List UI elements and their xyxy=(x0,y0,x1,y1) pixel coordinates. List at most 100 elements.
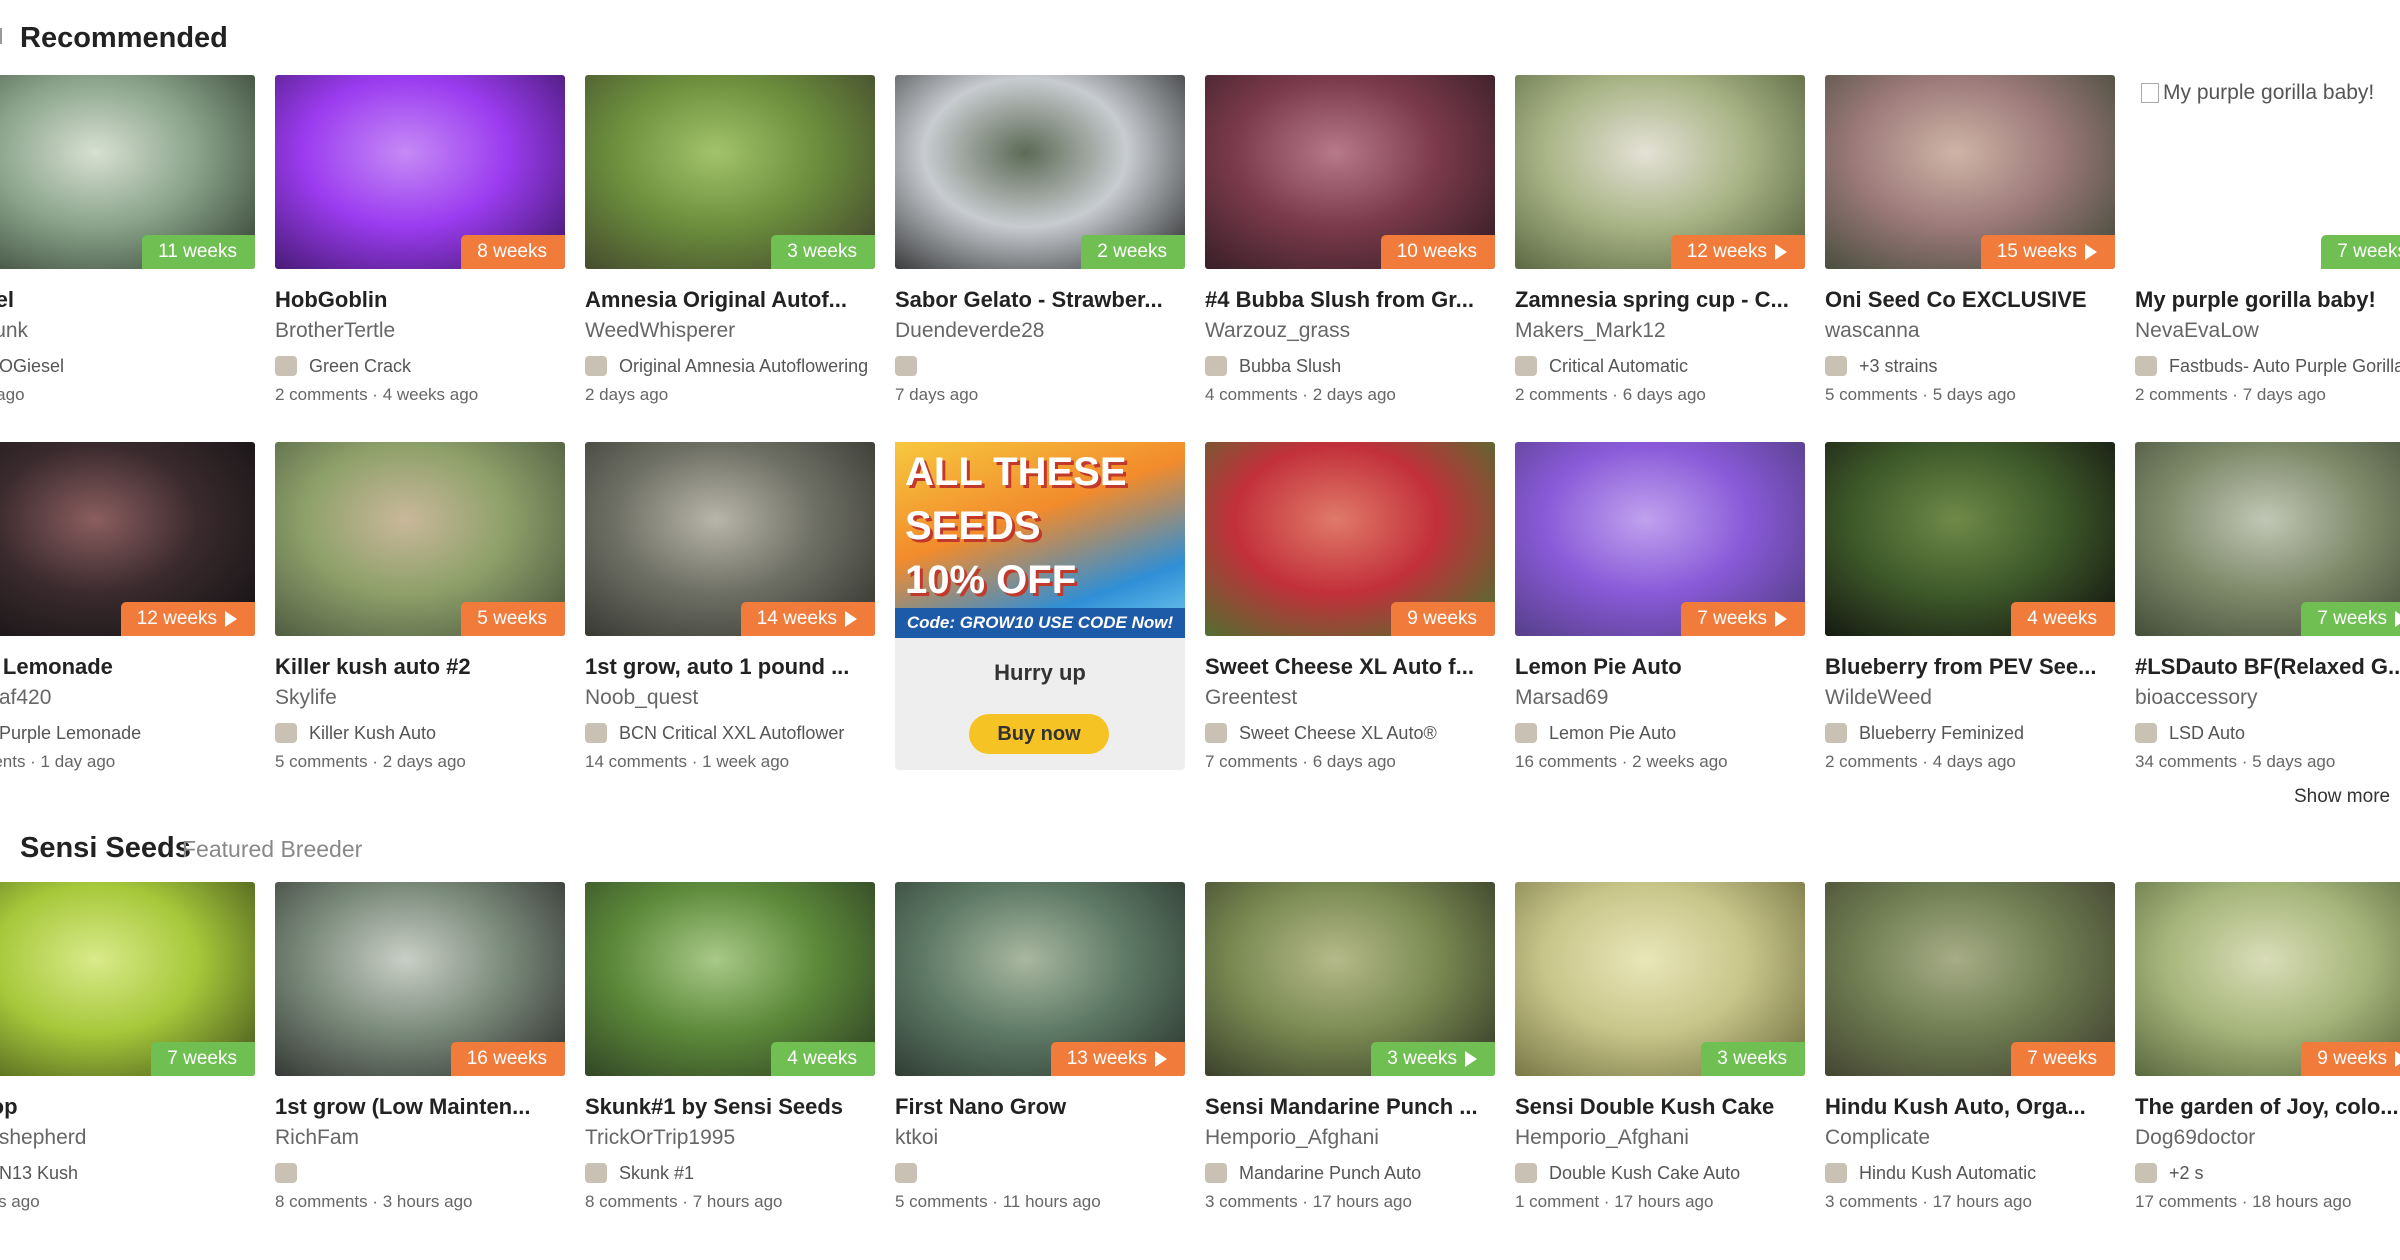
diary-card[interactable]: 14 weeks 1st grow, auto 1 pound ... Noob_q… xyxy=(585,442,875,782)
diary-card[interactable]: 12 weeksple Lemonadeetleaf420Purple Lemo… xyxy=(0,442,255,782)
diary-card[interactable]: 15 weeks Oni Seed Co EXCLUSIVE wascanna +3 … xyxy=(1825,75,2115,415)
author-name[interactable]: bioaccessory xyxy=(2135,686,2258,710)
diary-title[interactable]: HobGoblin xyxy=(275,287,575,313)
strain-name[interactable]: Purple Lemonade xyxy=(0,723,141,744)
diary-title[interactable]: Oni Seed Co EXCLUSIVE xyxy=(1825,287,2125,313)
strain-info[interactable] xyxy=(895,353,1195,379)
show-more-link[interactable]: Show more xyxy=(2294,786,2390,808)
diary-card[interactable]: 7 weeks #LSDauto BF(Relaxed G... bioaccess… xyxy=(2135,442,2400,782)
diary-thumbnail[interactable]: 13 weeks xyxy=(895,882,1185,1076)
strain-name[interactable]: Skunk #1 xyxy=(619,1163,694,1184)
author-name[interactable]: Hemporio_Afghani xyxy=(1515,1126,1689,1150)
author-name[interactable]: TrickOrTrip1995 xyxy=(585,1126,735,1150)
diary-title[interactable]: My purple gorilla baby! xyxy=(2135,287,2400,313)
strain-name[interactable]: Original Amnesia Autoflowering xyxy=(619,356,868,377)
diary-card[interactable]: 10 weeks #4 Bubba Slush from Gr... Warzouz… xyxy=(1205,75,1495,415)
author-name[interactable]: wascanna xyxy=(1825,319,1920,343)
strain-name[interactable]: Hindu Kush Automatic xyxy=(1859,1163,2036,1184)
strain-name[interactable]: +2 s xyxy=(2169,1163,2204,1184)
strain-info[interactable]: Green Crack xyxy=(275,353,575,379)
diary-card[interactable]: 9 weeks The garden of Joy, colo... Dog69do… xyxy=(2135,882,2400,1222)
diary-card[interactable]: 4 weeks Blueberry from PEV See... WildeWee… xyxy=(1825,442,2115,782)
diary-card[interactable]: 7 weeks Lemon Pie Auto Marsad69 Lemon Pie A… xyxy=(1515,442,1805,782)
strain-info[interactable]: LSD Auto xyxy=(2135,720,2400,746)
diary-card[interactable]: 7 weeksypopedyshepherdN13 Kushnutes ago xyxy=(0,882,255,1222)
diary-title[interactable]: #4 Bubba Slush from Gr... xyxy=(1205,287,1505,313)
diary-card[interactable]: 3 weeks Amnesia Original Autof... WeedWhis… xyxy=(585,75,875,415)
diary-title[interactable]: Lemon Pie Auto xyxy=(1515,654,1815,680)
diary-title[interactable]: Killer kush auto #2 xyxy=(275,654,575,680)
diary-card[interactable]: 3 weeks Sensi Double Kush Cake Hemporio_Af… xyxy=(1515,882,1805,1222)
diary-card[interactable]: 2 weeks Sabor Gelato - Strawber... Duendev… xyxy=(895,75,1185,415)
diary-thumbnail[interactable]: 7 weeks xyxy=(2135,442,2400,636)
diary-thumbnail[interactable]: 14 weeks xyxy=(585,442,875,636)
diary-thumbnail[interactable]: 7 weeks xyxy=(1515,442,1805,636)
strain-info[interactable]: +3 strains xyxy=(1825,353,2125,379)
diary-card[interactable]: My purple gorilla baby!7 weeks My purple … xyxy=(2135,75,2400,415)
diary-thumbnail[interactable]: 16 weeks xyxy=(275,882,565,1076)
strain-name[interactable]: Fastbuds- Auto Purple Gorilla xyxy=(2169,356,2400,377)
strain-name[interactable]: Green Crack xyxy=(309,356,411,377)
strain-info[interactable]: Blueberry Feminized xyxy=(1825,720,2125,746)
strain-info[interactable]: Original Amnesia Autoflowering xyxy=(585,353,885,379)
author-name[interactable]: Complicate xyxy=(1825,1126,1930,1150)
strain-info[interactable]: Fastbuds- Auto Purple Gorilla xyxy=(2135,353,2400,379)
strain-info[interactable]: BCN Critical XXL Autoflower xyxy=(585,720,885,746)
author-name[interactable]: ktkoi xyxy=(895,1126,938,1150)
diary-thumbnail[interactable]: 11 weeks xyxy=(0,75,255,269)
author-name[interactable]: edyshepherd xyxy=(0,1126,86,1150)
strain-info[interactable]: Hindu Kush Automatic xyxy=(1825,1160,2125,1186)
strain-info[interactable]: Bubba Slush xyxy=(1205,353,1505,379)
diary-thumbnail[interactable]: 9 weeks xyxy=(1205,442,1495,636)
author-name[interactable]: ogfunk xyxy=(0,319,28,343)
ad-banner[interactable]: ALL THESE SEEDS 10% OFF Code: GROW10 USE CO… xyxy=(895,442,1185,770)
author-name[interactable]: NevaEvaLow xyxy=(2135,319,2259,343)
diary-thumbnail[interactable]: My purple gorilla baby! 7 weeks xyxy=(2135,75,2400,269)
diary-thumbnail[interactable]: 9 weeks xyxy=(2135,882,2400,1076)
author-name[interactable]: Greentest xyxy=(1205,686,1297,710)
diary-thumbnail[interactable]: 7 weeks xyxy=(0,882,255,1076)
diary-thumbnail[interactable]: 12 weeks xyxy=(0,442,255,636)
buy-now-button[interactable]: Buy now xyxy=(969,714,1109,754)
strain-name[interactable]: LSD Auto xyxy=(2169,723,2245,744)
diary-card[interactable]: 7 weeks Hindu Kush Auto, Orga... Complicat… xyxy=(1825,882,2115,1222)
strain-info[interactable]: Purple Lemonade xyxy=(0,720,265,746)
strain-info[interactable]: OGiesel xyxy=(0,353,265,379)
diary-thumbnail[interactable]: 15 weeks xyxy=(1825,75,2115,269)
strain-name[interactable]: Bubba Slush xyxy=(1239,356,1341,377)
strain-name[interactable]: Mandarine Punch Auto xyxy=(1239,1163,1421,1184)
strain-info[interactable]: Sweet Cheese XL Auto® xyxy=(1205,720,1505,746)
diary-thumbnail[interactable]: 3 weeks xyxy=(585,75,875,269)
strain-info[interactable]: N13 Kush xyxy=(0,1160,265,1186)
diary-thumbnail[interactable]: 8 weeks xyxy=(275,75,565,269)
diary-title[interactable]: ypop xyxy=(0,1094,265,1120)
diary-thumbnail[interactable]: 5 weeks xyxy=(275,442,565,636)
diary-thumbnail[interactable]: 10 weeks xyxy=(1205,75,1495,269)
strain-name[interactable]: BCN Critical XXL Autoflower xyxy=(619,723,844,744)
diary-title[interactable]: Sensi Mandarine Punch ... xyxy=(1205,1094,1505,1120)
diary-title[interactable]: Blueberry from PEV See... xyxy=(1825,654,2125,680)
diary-title[interactable]: 1st grow (Low Mainten... xyxy=(275,1094,575,1120)
diary-card[interactable]: 16 weeks 1st grow (Low Mainten... RichFam 8… xyxy=(275,882,565,1222)
diary-card[interactable]: 8 weeks HobGoblin BrotherTertle Green Crack… xyxy=(275,75,565,415)
author-name[interactable]: etleaf420 xyxy=(0,686,51,710)
strain-info[interactable]: Critical Automatic xyxy=(1515,353,1815,379)
diary-title[interactable]: Sensi Double Kush Cake xyxy=(1515,1094,1815,1120)
strain-info[interactable]: Double Kush Cake Auto xyxy=(1515,1160,1815,1186)
diary-card[interactable]: 11 weeksieselogfunkOGieselays ago xyxy=(0,75,255,415)
strain-info[interactable]: Lemon Pie Auto xyxy=(1515,720,1815,746)
strain-info[interactable]: +2 s xyxy=(2135,1160,2400,1186)
diary-card[interactable]: 12 weeks Zamnesia spring cup - C... Makers… xyxy=(1515,75,1805,415)
diary-title[interactable]: #LSDauto BF(Relaxed G... xyxy=(2135,654,2400,680)
author-name[interactable]: Hemporio_Afghani xyxy=(1205,1126,1379,1150)
strain-name[interactable]: Sweet Cheese XL Auto® xyxy=(1239,723,1437,744)
author-name[interactable]: WildeWeed xyxy=(1825,686,1932,710)
author-name[interactable]: RichFam xyxy=(275,1126,359,1150)
diary-thumbnail[interactable]: 7 weeks xyxy=(1825,882,2115,1076)
diary-thumbnail[interactable]: 3 weeks xyxy=(1515,882,1805,1076)
author-name[interactable]: WeedWhisperer xyxy=(585,319,735,343)
diary-title[interactable]: Sabor Gelato - Strawber... xyxy=(895,287,1195,313)
strain-info[interactable]: Mandarine Punch Auto xyxy=(1205,1160,1505,1186)
strain-name[interactable]: +3 strains xyxy=(1859,356,1938,377)
diary-title[interactable]: Amnesia Original Autof... xyxy=(585,287,885,313)
